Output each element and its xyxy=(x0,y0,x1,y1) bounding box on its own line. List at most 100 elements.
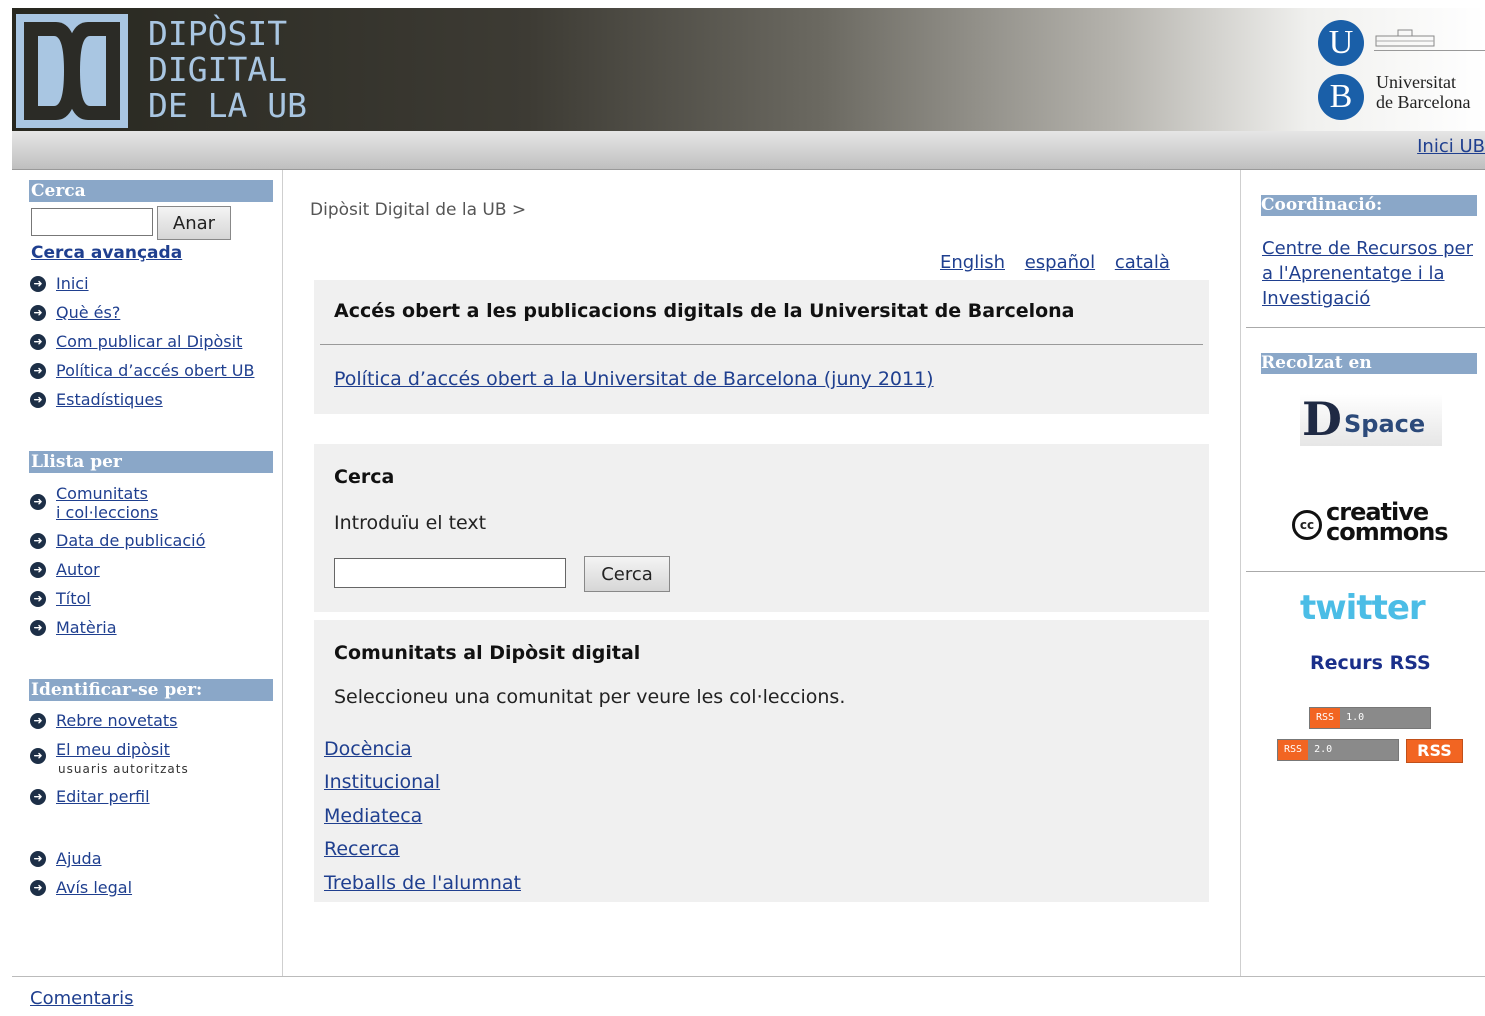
ub-name-line: de Barcelona xyxy=(1376,92,1471,112)
comentaris-link[interactable]: Comentaris xyxy=(30,988,133,1009)
sidebar-item-label-line: Comunitats xyxy=(56,484,148,503)
rss-1-0-badge[interactable]: RSS 1.0 xyxy=(1309,707,1431,729)
advanced-search-link[interactable]: Cerca avançada xyxy=(31,243,182,263)
search-panel: Cerca Introduïu el text Cerca xyxy=(314,444,1209,612)
top-nav-bar xyxy=(12,131,1485,170)
creative-commons-logo[interactable]: cc creative commons xyxy=(1290,500,1456,546)
ub-logo-u-icon: U xyxy=(1318,20,1364,66)
sidebar-item-materia[interactable]: ➜ Matèria xyxy=(30,618,117,637)
site-title-line: DE LA UB xyxy=(148,86,307,125)
rss-2-0-badge[interactable]: RSS 2.0 xyxy=(1277,739,1399,761)
ddub-logo-icon[interactable] xyxy=(16,14,128,128)
community-link[interactable]: Treballs de l'alumnat xyxy=(324,872,521,894)
sidebar-item-meu-diposit[interactable]: ➜ El meu dipòsit usuaris autoritzats xyxy=(30,740,189,776)
arrow-right-icon: ➜ xyxy=(30,276,46,292)
arrow-right-icon: ➜ xyxy=(30,748,46,764)
search-label: Introduïu el text xyxy=(334,512,487,534)
authorized-users-note: usuaris autoritzats xyxy=(58,762,189,776)
search-panel-title: Cerca xyxy=(334,466,395,488)
sidebar-item-politica[interactable]: ➜ Política d’accés obert UB xyxy=(30,361,254,380)
sidebar-item-inici[interactable]: ➜ Inici xyxy=(30,274,89,293)
sidebar-item-estadistiques[interactable]: ➜ Estadístiques xyxy=(30,390,163,409)
dspace-logo[interactable]: D Space xyxy=(1300,392,1442,446)
sidebar-item-com-publicar[interactable]: ➜ Com publicar al Dipòsit xyxy=(30,332,242,351)
main-search-input[interactable] xyxy=(334,558,566,588)
sidebar-item-label[interactable]: Avís legal xyxy=(56,878,132,897)
communities-panel: Comunitats al Dipòsit digital Seleccione… xyxy=(314,620,1209,902)
sidebar-item-titol[interactable]: ➜ Títol xyxy=(30,589,91,608)
ub-building-icon xyxy=(1375,29,1435,47)
rss-button[interactable]: RSS xyxy=(1406,739,1463,763)
sidebar-heading-search: Cerca xyxy=(29,180,273,202)
main-search-button[interactable]: Cerca xyxy=(584,556,670,592)
arrow-right-icon: ➜ xyxy=(30,713,46,729)
arrow-right-icon: ➜ xyxy=(30,494,46,510)
sidebar-item-label[interactable]: Editar perfil xyxy=(56,787,150,806)
sidebar-search-input[interactable] xyxy=(31,208,153,236)
sidebar-item-editar-perfil[interactable]: ➜ Editar perfil xyxy=(30,787,150,806)
language-switcher: English español català xyxy=(940,252,1170,273)
arrow-right-icon: ➜ xyxy=(30,851,46,867)
policy-link[interactable]: Política d’accés obert a la Universitat … xyxy=(334,368,934,390)
cc-text-line: commons xyxy=(1326,518,1449,546)
arrow-right-icon: ➜ xyxy=(30,533,46,549)
cc-icon: cc xyxy=(1292,510,1322,540)
community-link[interactable]: Docència xyxy=(324,738,412,760)
inici-ub-link[interactable]: Inici UB xyxy=(1417,136,1485,157)
sidebar-item-label[interactable]: Ajuda xyxy=(56,849,102,868)
crai-link[interactable]: Centre de Recursos per a l'Aprenentatge … xyxy=(1262,236,1478,311)
sidebar-item-ajuda[interactable]: ➜ Ajuda xyxy=(30,849,102,868)
lang-catala-link[interactable]: català xyxy=(1115,252,1170,273)
sidebar-item-label[interactable]: Què és? xyxy=(56,303,120,322)
sidebar-heading-identify: Identificar-se per: xyxy=(29,679,273,701)
divider xyxy=(1246,571,1485,572)
sidebar-item-label[interactable]: Títol xyxy=(56,589,91,608)
sidebar-item-que-es[interactable]: ➜ Què és? xyxy=(30,303,120,322)
intro-title: Accés obert a les publicacions digitals … xyxy=(334,300,1075,322)
dspace-logo-text: Space xyxy=(1344,410,1426,438)
arrow-right-icon: ➜ xyxy=(30,620,46,636)
site-title: DIPÒSIT DIGITAL DE LA UB xyxy=(148,16,307,124)
arrow-right-icon: ➜ xyxy=(30,591,46,607)
arrow-right-icon: ➜ xyxy=(30,363,46,379)
sidebar-item-label[interactable]: Comunitats i col·leccions xyxy=(56,484,158,522)
sidebar-item-label[interactable]: Autor xyxy=(56,560,100,579)
rss-badge-label: RSS xyxy=(1310,708,1341,728)
sidebar-item-label[interactable]: Estadístiques xyxy=(56,390,163,409)
twitter-logo[interactable]: twitter xyxy=(1300,588,1426,628)
ub-logo-b-icon: B xyxy=(1318,74,1364,120)
sidebar-item-autor[interactable]: ➜ Autor xyxy=(30,560,100,579)
sidebar-item-data[interactable]: ➜ Data de publicació xyxy=(30,531,205,550)
communities-title: Comunitats al Dipòsit digital xyxy=(334,642,641,664)
sidebar-item-comunitats[interactable]: ➜ Comunitats i col·leccions xyxy=(30,484,158,522)
lang-english-link[interactable]: English xyxy=(940,252,1005,273)
community-link[interactable]: Mediateca xyxy=(324,805,422,827)
arrow-right-icon: ➜ xyxy=(30,305,46,321)
sidebar-item-avis-legal[interactable]: ➜ Avís legal xyxy=(30,878,132,897)
sidebar-item-label[interactable]: Inici xyxy=(56,274,89,293)
sidebar-item-label[interactable]: El meu dipòsit xyxy=(56,740,170,759)
lang-espanol-link[interactable]: español xyxy=(1025,252,1095,273)
arrow-right-icon: ➜ xyxy=(30,392,46,408)
anar-button[interactable]: Anar xyxy=(157,206,231,240)
community-link[interactable]: Recerca xyxy=(324,838,400,860)
rss-badge-version: 1.0 xyxy=(1340,708,1430,728)
coordination-heading: Coordinació: xyxy=(1261,195,1477,216)
intro-panel: Accés obert a les publicacions digitals … xyxy=(314,280,1209,414)
arrow-right-icon: ➜ xyxy=(30,334,46,350)
sidebar-item-novetats[interactable]: ➜ Rebre novetats xyxy=(30,711,177,730)
sidebar-item-label[interactable]: Rebre novetats xyxy=(56,711,177,730)
sidebar-item-label[interactable]: Matèria xyxy=(56,618,117,637)
divider xyxy=(1246,327,1485,328)
community-link[interactable]: Institucional xyxy=(324,771,440,793)
dspace-logo-d: D xyxy=(1302,392,1342,446)
ub-name: Universitat de Barcelona xyxy=(1376,72,1470,112)
site-title-line: DIPÒSIT xyxy=(148,14,288,53)
breadcrumb: Dipòsit Digital de la UB > xyxy=(310,200,527,220)
footer-divider xyxy=(12,976,1485,977)
sidebar-item-label[interactable]: Com publicar al Dipòsit xyxy=(56,332,242,351)
sidebar-item-label[interactable]: Política d’accés obert UB xyxy=(56,361,254,380)
ub-logo-divider xyxy=(1374,50,1485,51)
ub-name-line: Universitat xyxy=(1376,72,1456,92)
sidebar-item-label[interactable]: Data de publicació xyxy=(56,531,205,550)
